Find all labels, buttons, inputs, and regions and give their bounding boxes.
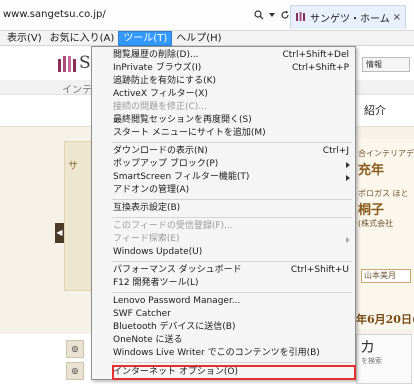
tools-menu-item[interactable]: アドオンの管理(A): [92, 184, 355, 197]
menu-item-label: OneNote に送る: [113, 335, 183, 345]
menu-item-label: 最終閲覧セッションを再度開く(S): [113, 115, 252, 125]
menu-item-label: SmartScreen フィルター機能(T): [113, 172, 250, 182]
menu-separator: [112, 142, 352, 143]
menu-item-label: InPrivate ブラウズ(I): [113, 63, 202, 73]
hero-right-name: 桐子: [358, 203, 385, 218]
address-bar-row: www.sangetsu.co.jp/ サンゲツ・ホームページ... ×: [0, 0, 414, 31]
hero-left-text: サ: [68, 161, 78, 172]
menu-separator: [112, 261, 352, 262]
carousel-prev-button[interactable]: ◀: [55, 223, 64, 243]
tab-title: サンゲツ・ホームページ...: [310, 14, 389, 25]
menu-separator: [112, 199, 352, 200]
menu-item-label: Lenovo Password Manager...: [113, 296, 241, 306]
menu-item-label: ダウンロードの表示(N): [113, 146, 208, 156]
search-icon[interactable]: [254, 10, 264, 20]
tools-menu-item: フィード探索(E): [92, 233, 355, 246]
menu-item-shortcut: Ctrl+Shift+P: [292, 63, 349, 73]
menu-item-label: 閲覧履歴の削除(D)...: [113, 50, 199, 60]
tools-menu-item[interactable]: ダウンロードの表示(N) Ctrl+J: [92, 145, 355, 158]
nav-item-interior[interactable]: インテ: [62, 81, 92, 96]
side-card-title: カ: [360, 338, 376, 356]
menu-favorites[interactable]: お気に入り(A): [46, 31, 119, 46]
menu-item-label: Windows Update(U): [113, 247, 203, 257]
menu-item-shortcut: Ctrl+Shift+Del: [282, 50, 349, 60]
submenu-arrow-icon: [346, 237, 350, 243]
tools-menu-item[interactable]: 追跡防止を有効にする(K): [92, 75, 355, 88]
menu-item-label: ActiveX フィルター(X): [113, 89, 208, 99]
menu-item-label: パフォーマンス ダッシュボード: [113, 265, 242, 275]
tools-menu-item: このフィードの受信登録(F)...: [92, 220, 355, 233]
menu-view[interactable]: 表示(V): [3, 31, 46, 46]
footer-button-1[interactable]: ◎: [66, 340, 84, 358]
menu-item-label: F12 開発者ツール(L): [113, 278, 199, 288]
tools-menu-item[interactable]: Lenovo Password Manager...: [92, 295, 355, 308]
sangetsu-logo-icon: [58, 56, 76, 72]
tab-sangetsu[interactable]: サンゲツ・ホームページ... ×: [290, 5, 406, 29]
menu-separator: [112, 217, 352, 218]
side-card-caption: を検索: [361, 357, 382, 365]
menu-item-internet-options[interactable]: インターネット オプション(O): [92, 366, 355, 379]
info-button[interactable]: 情報: [362, 57, 410, 72]
tools-menu-item[interactable]: ポップアップ ブロック(P): [92, 158, 355, 171]
tools-menu-item[interactable]: SmartScreen フィルター機能(T): [92, 171, 355, 184]
hero-right-tag: (株式会社: [358, 219, 394, 228]
menu-item-label: フィード探索(E): [113, 234, 180, 244]
tools-menu-item[interactable]: Windows Live Writer でこのコンテンツを引用(B): [92, 347, 355, 360]
tools-menu-item[interactable]: 最終閲覧セッションを再度開く(S): [92, 114, 355, 127]
menu-item-label: スタート メニューにサイトを追加(M): [113, 128, 266, 138]
menu-item-label: インターネット オプション(O): [113, 367, 238, 377]
submenu-arrow-icon: [346, 175, 350, 181]
url-field[interactable]: www.sangetsu.co.jp/: [3, 9, 106, 20]
tools-menu-item[interactable]: 閲覧履歴の削除(D)... Ctrl+Shift+Del: [92, 49, 355, 62]
menu-tools[interactable]: ツール(T): [118, 30, 173, 46]
menu-item-shortcut: Ctrl+J: [322, 146, 349, 156]
menu-separator: [112, 362, 352, 363]
tools-menu-item[interactable]: InPrivate ブラウズ(I) Ctrl+Shift+P: [92, 62, 355, 75]
menu-bar: 表示(V) お気に入り(A) ツール(T) ヘルプ(H): [0, 30, 414, 46]
submenu-arrow-icon: [346, 162, 350, 168]
hero-right-date: 年6月20日(: [356, 313, 414, 326]
menu-help[interactable]: ヘルプ(H): [172, 31, 225, 46]
tools-menu-item[interactable]: Windows Update(U): [92, 246, 355, 259]
hero-right-line3: ポロガス ほと: [358, 189, 409, 198]
menu-item-label: Bluetooth デバイスに送信(B): [113, 322, 236, 332]
menu-item-label: SWF Catcher: [113, 309, 171, 319]
hero-right-box: 山本美月: [361, 269, 411, 283]
tools-menu-item[interactable]: ActiveX フィルター(X): [92, 88, 355, 101]
hero-right-year: 充年: [358, 163, 385, 178]
tools-menu-item[interactable]: OneNote に送る: [92, 334, 355, 347]
tools-menu-item[interactable]: 互換表示設定(B): [92, 202, 355, 215]
tools-menu: 閲覧履歴の削除(D)... Ctrl+Shift+Del InPrivate ブラウ…: [91, 46, 356, 380]
menu-item-label: 追跡防止を有効にする(K): [113, 76, 217, 86]
site-favicon-icon: [295, 11, 306, 25]
tools-menu-item[interactable]: パフォーマンス ダッシュボード Ctrl+Shift+U: [92, 264, 355, 277]
hero-right-line1: 合インテリアデザ: [358, 149, 414, 158]
tools-menu-item: 接続の問題を修正(C)...: [92, 101, 355, 114]
url-toolbar: [254, 6, 290, 24]
menu-item-label: ポップアップ ブロック(P): [113, 159, 219, 169]
menu-item-label: Windows Live Writer でこのコンテンツを引用(B): [113, 348, 320, 358]
menu-item-label: アドオンの管理(A): [113, 185, 190, 195]
footer-button-2[interactable]: ◎: [66, 362, 84, 380]
menu-item-label: 互換表示設定(B): [113, 203, 181, 213]
tools-menu-item[interactable]: SWF Catcher: [92, 308, 355, 321]
section-title: 紹介: [364, 104, 386, 117]
close-tab-icon[interactable]: ×: [393, 12, 401, 23]
tools-menu-item[interactable]: スタート メニューにサイトを追加(M): [92, 127, 355, 140]
menu-item-shortcut: Ctrl+Shift+U: [290, 265, 349, 275]
refresh-icon[interactable]: [280, 10, 290, 20]
tools-menu-item[interactable]: F12 開発者ツール(L): [92, 277, 355, 290]
address-dropdown-icon[interactable]: [268, 11, 276, 19]
menu-item-label: 接続の問題を修正(C)...: [113, 102, 207, 112]
menu-item-label: このフィードの受信登録(F)...: [113, 221, 233, 231]
tools-menu-item[interactable]: Bluetooth デバイスに送信(B): [92, 321, 355, 334]
menu-separator: [112, 292, 352, 293]
